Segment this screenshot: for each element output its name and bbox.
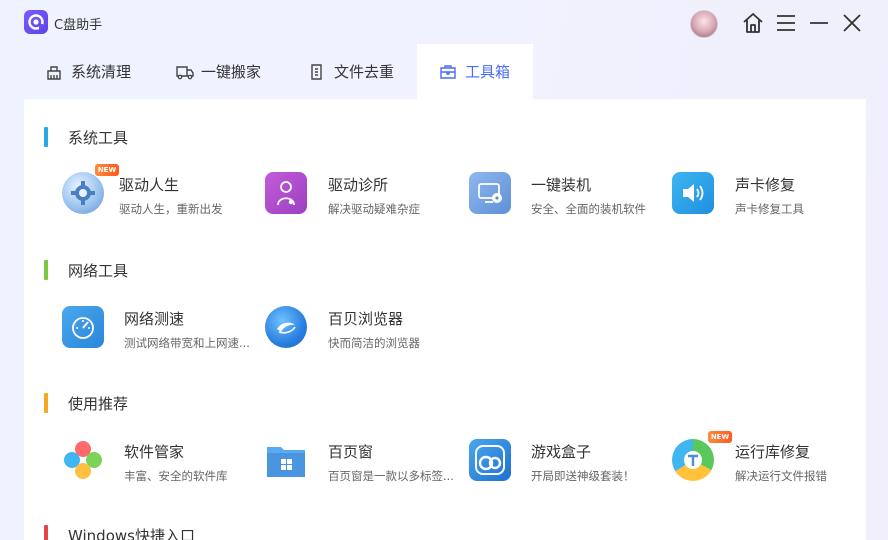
tool-desc: 开局即送神级套装！ bbox=[531, 469, 635, 483]
flower-icon bbox=[62, 439, 104, 481]
tool-desc: 声卡修复工具 bbox=[735, 202, 804, 216]
tool-name: 一键装机 bbox=[531, 176, 592, 194]
tool-desc: 测试网络带宽和上网速... bbox=[124, 336, 250, 350]
tool-name: 百页窗 bbox=[328, 443, 374, 461]
tool-name: 百贝浏览器 bbox=[328, 310, 404, 328]
tool-game-box[interactable]: 游戏盒子 开局即送神级套装！ bbox=[469, 439, 669, 499]
title-bar: C盘助手 bbox=[0, 0, 888, 44]
tool-one-click-install[interactable]: 一键装机 安全、全面的装机软件 bbox=[469, 172, 659, 232]
home-icon[interactable] bbox=[740, 10, 766, 36]
tool-desc: 快而简洁的浏览器 bbox=[328, 336, 420, 350]
tool-runtime-repair[interactable]: NEW 运行库修复 解决运行文件报错 bbox=[672, 431, 862, 499]
tool-desc: 丰富、安全的软件库 bbox=[124, 469, 228, 483]
runtime-repair-icon bbox=[672, 439, 714, 481]
tab-label: 系统清理 bbox=[71, 63, 132, 81]
section-title-windows-shortcuts: Windows快捷入口 bbox=[44, 524, 195, 540]
tool-driver-clinic[interactable]: 驱动诊所 解决驱动疑难杂症 bbox=[265, 172, 455, 232]
section-accent-bar bbox=[44, 127, 48, 147]
tab-system-clean[interactable]: 系统清理 bbox=[45, 44, 131, 99]
tool-software-manager[interactable]: 软件管家 丰富、安全的软件库 bbox=[62, 439, 262, 499]
tool-name: 驱动人生 bbox=[119, 176, 180, 194]
tool-name: 声卡修复 bbox=[735, 176, 796, 194]
truck-icon bbox=[175, 63, 194, 81]
app-logo-icon bbox=[24, 10, 48, 34]
tool-desc: 安全、全面的装机软件 bbox=[531, 202, 646, 216]
tool-desc: 解决运行文件报错 bbox=[735, 469, 827, 483]
tool-name: 运行库修复 bbox=[735, 443, 811, 461]
game-box-icon bbox=[469, 439, 511, 481]
section-title-system-tools: 系统工具 bbox=[44, 126, 128, 148]
tool-name: 游戏盒子 bbox=[531, 443, 592, 461]
tool-sound-card-repair[interactable]: 声卡修复 声卡修复工具 bbox=[672, 172, 862, 232]
toolbox-panel: 系统工具 NEW 驱动人生 驱动人生，重新出发 驱动诊所 解决驱动疑难杂症 一键… bbox=[24, 99, 866, 540]
section-accent-bar bbox=[44, 525, 48, 540]
broom-icon bbox=[45, 63, 63, 81]
section-title-recommended: 使用推荐 bbox=[44, 392, 128, 414]
menu-icon[interactable] bbox=[773, 10, 799, 36]
user-avatar[interactable] bbox=[690, 10, 718, 38]
tab-file-dedupe[interactable]: 文件去重 bbox=[308, 44, 394, 99]
toolbox-icon bbox=[439, 63, 457, 81]
tab-toolbox[interactable]: 工具箱 bbox=[417, 44, 533, 99]
close-icon[interactable] bbox=[839, 10, 865, 36]
speedometer-icon bbox=[62, 306, 104, 348]
new-badge: NEW bbox=[95, 164, 119, 176]
section-title-text: 使用推荐 bbox=[68, 394, 129, 413]
section-accent-bar bbox=[44, 393, 48, 413]
tool-name: 软件管家 bbox=[124, 443, 185, 461]
tool-driver-life[interactable]: NEW 驱动人生 驱动人生，重新出发 bbox=[62, 164, 252, 232]
browser-icon bbox=[265, 306, 307, 348]
tool-desc: 解决驱动疑难杂症 bbox=[328, 202, 420, 216]
file-duplicate-icon bbox=[308, 63, 326, 81]
gear-icon bbox=[62, 172, 104, 214]
tool-baibei-browser[interactable]: 百贝浏览器 快而简洁的浏览器 bbox=[265, 306, 465, 366]
section-accent-bar bbox=[44, 260, 48, 280]
monitor-disc-icon bbox=[469, 172, 511, 214]
tab-label: 文件去重 bbox=[334, 63, 395, 81]
section-title-network-tools: 网络工具 bbox=[44, 259, 128, 281]
doctor-icon bbox=[265, 172, 307, 214]
tool-name: 网络测速 bbox=[124, 310, 185, 328]
tab-label: 一键搬家 bbox=[201, 63, 262, 81]
section-title-text: Windows快捷入口 bbox=[68, 526, 195, 540]
new-badge: NEW bbox=[708, 431, 732, 443]
tool-desc: 百页窗是一款以多标签... bbox=[328, 469, 454, 483]
minimize-icon[interactable] bbox=[806, 10, 832, 36]
tab-label: 工具箱 bbox=[465, 63, 511, 81]
tool-network-speed-test[interactable]: 网络测速 测试网络带宽和上网速... bbox=[62, 306, 262, 366]
folder-icon bbox=[265, 439, 307, 481]
tab-one-click-move[interactable]: 一键搬家 bbox=[175, 44, 261, 99]
tool-desc: 驱动人生，重新出发 bbox=[119, 202, 223, 216]
tool-name: 驱动诊所 bbox=[328, 176, 389, 194]
section-title-text: 系统工具 bbox=[68, 128, 129, 147]
speaker-icon bbox=[672, 172, 714, 214]
tool-baiye-window[interactable]: 百页窗 百页窗是一款以多标签... bbox=[265, 439, 465, 499]
section-title-text: 网络工具 bbox=[68, 261, 129, 280]
app-title: C盘助手 bbox=[54, 18, 103, 33]
